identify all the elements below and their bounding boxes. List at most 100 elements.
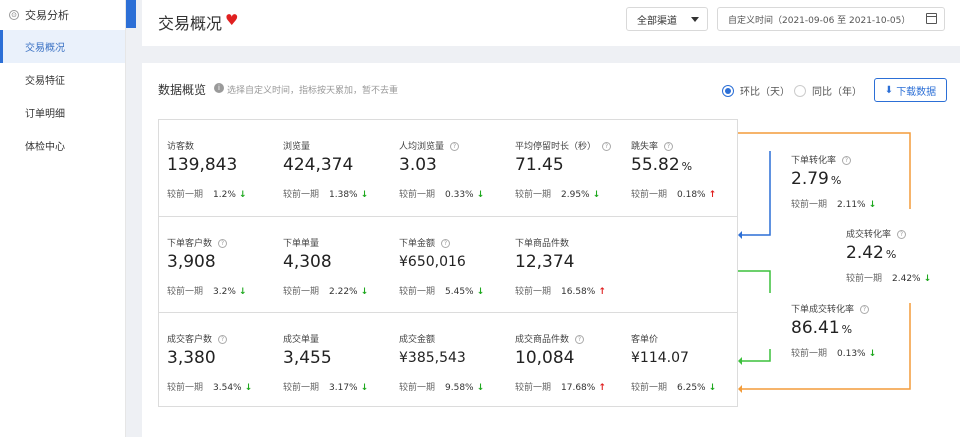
metric-value-text: 86.41 bbox=[791, 318, 840, 338]
metric-label-text: 访客数 bbox=[167, 142, 195, 152]
sidebar-item-features[interactable]: 交易特征 bbox=[0, 63, 125, 96]
metric-unit: % bbox=[841, 323, 853, 336]
compare-pct: 6.25% bbox=[677, 383, 706, 393]
metric-card: 客单价 ¥114.07 较前一期 6.25% ↓ bbox=[623, 313, 739, 409]
funnel-metric: 下单成交转化率? 86.41% 较前一期 0.13% ↓ bbox=[783, 283, 903, 379]
help-icon[interactable]: ? bbox=[842, 156, 852, 165]
help-icon[interactable]: ? bbox=[441, 239, 451, 248]
metric-card: 成交单量 3,455 较前一期 3.17% ↓ bbox=[275, 313, 391, 409]
help-icon[interactable]: ? bbox=[602, 142, 612, 151]
metric-label: 成交商品件数? bbox=[515, 332, 585, 345]
arrow-down-icon: ↓ bbox=[592, 190, 601, 200]
metric-card: 浏览量 424,374 较前一期 1.38% ↓ bbox=[275, 120, 391, 216]
compare-pct: 9.58% bbox=[445, 383, 474, 393]
sidebar-section-label: 交易分析 bbox=[25, 9, 69, 22]
arrow-down-icon: ↓ bbox=[476, 383, 485, 393]
metric-card: 平均停留时长（秒）? 71.45 较前一期 2.95% ↓ bbox=[507, 120, 623, 216]
section-icon: ⊙ bbox=[9, 10, 19, 20]
arrow-down-icon: ↓ bbox=[360, 287, 369, 297]
green-connector-bottom bbox=[742, 349, 771, 362]
arrow-down-icon: ↓ bbox=[476, 190, 485, 200]
metrics-row-order: 下单客户数? 3,908 较前一期 3.2% ↓ 下单单量 4,308 较前一期 2.22% ↓ 下… bbox=[159, 216, 737, 312]
compare-pct: 2.95% bbox=[561, 190, 590, 200]
metric-card: 成交商品件数? 10,084 较前一期 17.68% ↑ bbox=[507, 313, 623, 409]
metric-label-text: 客单价 bbox=[631, 335, 659, 345]
metric-value: 139,843 bbox=[167, 155, 237, 175]
metric-label: 下单转化率? bbox=[791, 153, 852, 166]
help-icon[interactable]: ? bbox=[450, 142, 460, 151]
arrow-down-icon: ↓ bbox=[868, 349, 877, 359]
metric-label-text: 成交客户数 bbox=[167, 335, 213, 345]
arrow-down-icon: ↓ bbox=[238, 190, 247, 200]
help-icon[interactable]: ? bbox=[575, 335, 585, 344]
metric-label: 下单成交转化率? bbox=[791, 302, 870, 315]
sidebar-section-header[interactable]: ⊙ 交易分析 bbox=[0, 0, 125, 30]
green-arrowhead bbox=[738, 357, 742, 365]
info-icon: i bbox=[214, 83, 224, 93]
metric-unit: % bbox=[830, 174, 842, 187]
metric-value-text: 3,908 bbox=[167, 252, 216, 272]
help-icon[interactable]: ? bbox=[218, 335, 228, 344]
radio-tb[interactable]: 同比（年） bbox=[794, 83, 862, 98]
compare-pct: 3.54% bbox=[213, 383, 242, 393]
compare-pct: 2.22% bbox=[329, 287, 358, 297]
help-icon[interactable]: ? bbox=[860, 305, 870, 314]
metric-label-text: 下单转化率 bbox=[791, 156, 837, 166]
radio-hb[interactable]: 环比（天） bbox=[722, 83, 790, 98]
metric-label: 平均停留时长（秒）? bbox=[515, 139, 612, 152]
help-icon[interactable]: ? bbox=[897, 230, 907, 239]
radio-dot bbox=[794, 84, 806, 97]
compare-label: 较前一期 bbox=[399, 383, 436, 393]
metric-label: 下单金额? bbox=[399, 236, 451, 249]
date-range-picker[interactable]: 自定义时间（2021-09-06 至 2021-10-05） bbox=[717, 7, 945, 31]
compare-pct: 0.33% bbox=[445, 190, 474, 200]
metric-label-text: 成交金额 bbox=[399, 335, 436, 345]
metric-compare: 较前一期 1.2% ↓ bbox=[167, 187, 246, 200]
compare-pct: 3.17% bbox=[329, 383, 358, 393]
metric-unit: % bbox=[885, 248, 897, 261]
sidebar-item-checkup[interactable]: 体检中心 bbox=[0, 129, 125, 162]
metric-label-text: 下单金额 bbox=[399, 239, 436, 249]
metric-value: 3,455 bbox=[283, 348, 332, 368]
metric-value: 424,374 bbox=[283, 155, 353, 175]
arrow-down-icon: ↓ bbox=[244, 383, 253, 393]
radio-dot bbox=[722, 84, 734, 97]
compare-label: 较前一期 bbox=[515, 287, 552, 297]
sidebar-item-orders[interactable]: 订单明细 bbox=[0, 96, 125, 129]
metric-compare: 较前一期 6.25% ↓ bbox=[631, 380, 716, 393]
help-icon[interactable]: ? bbox=[218, 239, 228, 248]
arrow-down-icon: ↓ bbox=[476, 287, 485, 297]
compare-label: 较前一期 bbox=[515, 383, 552, 393]
compare-label: 较前一期 bbox=[515, 190, 552, 200]
metric-value-text: 55.82 bbox=[631, 155, 680, 175]
help-icon[interactable]: ? bbox=[664, 142, 674, 151]
metric-compare: 较前一期 0.13% ↓ bbox=[791, 346, 876, 359]
metric-value: 2.42% bbox=[846, 243, 896, 263]
compare-pct: 5.45% bbox=[445, 287, 474, 297]
arrow-up-icon: ↑ bbox=[598, 287, 606, 297]
metric-compare: 较前一期 3.17% ↓ bbox=[283, 380, 368, 393]
metric-card: 访客数 139,843 较前一期 1.2% ↓ bbox=[159, 120, 275, 216]
metric-label-text: 成交单量 bbox=[283, 335, 320, 345]
channel-select[interactable]: 全部渠道 bbox=[626, 7, 708, 31]
metric-value: ¥385,543 bbox=[399, 350, 466, 366]
arrow-down-icon: ↓ bbox=[923, 274, 932, 284]
metric-label: 人均浏览量? bbox=[399, 139, 460, 152]
section-hint: 选择自定义时间，指标按天累加，暂不去重 bbox=[227, 86, 399, 96]
metric-value-text: 12,374 bbox=[515, 252, 575, 272]
sidebar-item-overview[interactable]: 交易概况 bbox=[0, 30, 125, 63]
compare-pct: 0.13% bbox=[837, 349, 866, 359]
download-button[interactable]: ⬇ 下载数据 bbox=[874, 78, 947, 102]
metric-value-text: ¥650,016 bbox=[399, 254, 466, 270]
metric-card: 跳失率? 55.82% 较前一期 0.18% ↑ bbox=[623, 120, 739, 216]
metric-label: 下单客户数? bbox=[167, 236, 228, 249]
heart-icon[interactable]: ♥ bbox=[225, 11, 238, 29]
metric-label: 成交单量 bbox=[283, 332, 319, 345]
sidebar-item-label: 体检中心 bbox=[25, 142, 65, 153]
metric-compare: 较前一期 5.45% ↓ bbox=[399, 284, 484, 297]
metric-value-text: 71.45 bbox=[515, 155, 564, 175]
metric-card: 成交客户数? 3,380 较前一期 3.54% ↓ bbox=[159, 313, 275, 409]
metric-value-text: 2.42 bbox=[846, 243, 884, 263]
compare-label: 较前一期 bbox=[791, 200, 828, 210]
metric-value-text: 4,308 bbox=[283, 252, 332, 272]
